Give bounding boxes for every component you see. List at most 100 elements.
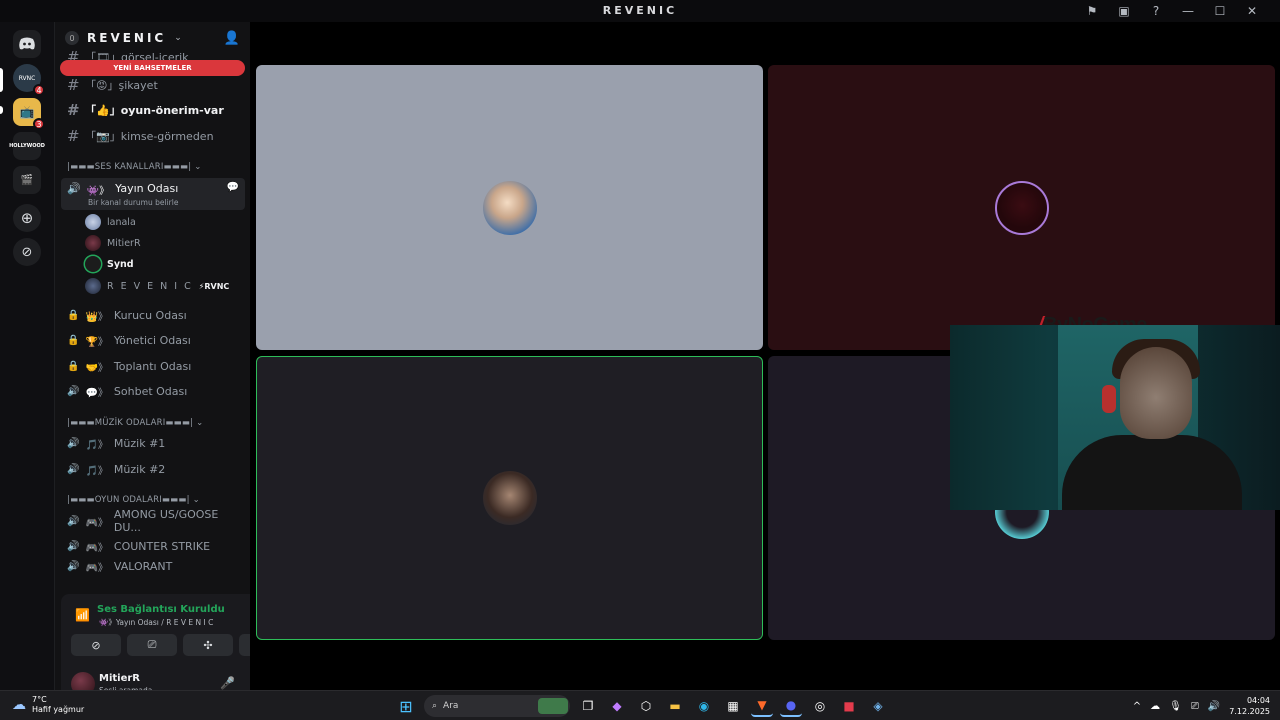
category-voice[interactable]: |▬▬▬SES KANALLARI▬▬▬| ⌄ — [67, 162, 202, 172]
chevron-up-icon[interactable]: ^ — [1133, 701, 1141, 712]
channel-name: Yönetici Odası — [113, 333, 191, 347]
store-icon[interactable]: ▦ — [722, 695, 744, 717]
server-icon-revenic[interactable]: RVNC 4 — [13, 64, 45, 96]
channel-name: Kurucu Odası — [113, 308, 187, 322]
discord-home-icon[interactable] — [13, 30, 41, 58]
category-games[interactable]: |▬▬▬OYUN ODALARI▬▬▬| ⌄ — [67, 495, 200, 505]
file-explorer-icon[interactable]: ▬ — [664, 695, 686, 717]
voice-channel-yayin-odasi[interactable]: 🔊 👾》 Yayın Odası 💬 Bir kanal durumu beli… — [61, 178, 245, 210]
voice-location[interactable]: 👾》Yayın Odası / R E V E N I C — [99, 617, 213, 628]
brave-icon[interactable]: ▼ — [751, 695, 773, 717]
avatar — [85, 256, 101, 272]
edge-icon[interactable]: ◉ — [693, 695, 715, 717]
hash-icon: # — [67, 76, 80, 94]
search-highlight-icon — [538, 698, 568, 714]
voice-channel-yonetici[interactable]: 🔒 🏆》 Yönetici Odası — [61, 329, 245, 351]
activities-button[interactable]: ✣ — [183, 634, 233, 656]
channel-name: Müzik #2 — [113, 462, 166, 476]
speaker-icon: 🔊 — [67, 182, 81, 195]
channel-status-hint[interactable]: Bir kanal durumu belirle — [88, 198, 178, 207]
speaker-icon: 🔊 — [67, 437, 80, 449]
voice-channel-sohbet[interactable]: 🔊 💬》 Sohbet Odası — [61, 380, 245, 402]
voice-status[interactable]: Ses Bağlantısı Kuruldu — [97, 604, 225, 615]
close-icon[interactable]: ✕ — [1236, 2, 1268, 20]
flag-icon[interactable]: ⚑ — [1076, 2, 1108, 20]
discover-icon[interactable]: ⊘ — [13, 238, 41, 266]
channel-oyun-onerim-var[interactable]: # 「👍」oyun-önerim-var — [61, 99, 245, 121]
discord-icon[interactable]: ● — [780, 695, 802, 717]
voice-channel-counter-strike[interactable]: 🔊 🎮》 COUNTER STRIKE — [61, 535, 245, 557]
channel-name: AMONG US/GOOSE DU... — [113, 508, 219, 534]
channel-name: Sohbet Odası — [113, 384, 188, 398]
server-name: REVENIC — [87, 31, 167, 45]
voice-user[interactable]: R E V E N I C ⚡RVNC — [85, 277, 229, 295]
voice-channel-muzik-2[interactable]: 🔊 🎵》 Müzik #2 — [61, 458, 245, 480]
steam-icon[interactable]: ◈ — [867, 695, 889, 717]
server-icon-2[interactable]: 📺 3 — [13, 98, 45, 130]
window-titlebar: REVENIC ⚑ ▣ ? — ☐ ✕ — [0, 0, 1280, 22]
system-tray: ^ ☁ 🎙 ⎚ 🔊 04:04 7.12.2025 — [1133, 695, 1270, 717]
server-icon-hollywood[interactable]: HOLLYWOOD — [9, 132, 45, 160]
channel-kimse-gormeden[interactable]: # 「📷」kimse-görmeden — [61, 125, 245, 147]
volume-icon[interactable]: 🔊 — [1208, 701, 1220, 712]
channel-name: 「😡」şikayet — [85, 79, 158, 92]
microphone-tray-icon[interactable]: 🎙 — [1169, 701, 1182, 712]
channel-sikayet[interactable]: # 「😡」şikayet — [61, 74, 245, 96]
maximize-icon[interactable]: ☐ — [1204, 2, 1236, 20]
voice-user[interactable]: MitierR — [85, 234, 141, 252]
speaker-icon: 🔊 — [67, 463, 80, 475]
participant-tile-speaking[interactable] — [256, 356, 763, 640]
server-icon-4[interactable]: 🎬 — [13, 166, 41, 194]
screen-share-button[interactable]: ⎚ — [127, 634, 177, 656]
voice-channel-among-us[interactable]: 🔊 🎮》 AMONG US/GOOSE DU... — [61, 508, 245, 534]
hash-icon: # — [67, 127, 80, 145]
speaker-icon: 🔊 — [67, 540, 80, 552]
copilot-icon[interactable]: ◆ — [606, 695, 628, 717]
category-music[interactable]: |▬▬▬MÜZİK ODALARI▬▬▬| ⌄ — [67, 418, 203, 428]
unread-indicator — [0, 106, 3, 114]
network-icon[interactable]: ⎚ — [1191, 701, 1199, 712]
clock[interactable]: 04:04 7.12.2025 — [1229, 695, 1270, 717]
voice-user[interactable]: Synd — [85, 255, 134, 273]
participant-tile[interactable] — [256, 65, 763, 350]
channel-name: 「👍」oyun-önerim-var — [85, 104, 224, 117]
obs-icon[interactable]: ◎ — [809, 695, 831, 717]
task-view-icon[interactable]: ❐ — [577, 695, 599, 717]
minimize-icon[interactable]: — — [1172, 2, 1204, 20]
windows-taskbar: ☁ 7°C Hafif yağmur ⊞ ⌕ Ara ❐ ◆ ⬡ ▬ ◉ ▦ ▼… — [0, 690, 1280, 720]
channel-name: VALORANT — [113, 560, 173, 572]
voice-channel-kurucu[interactable]: 🔒 👑》 Kurucu Odası — [61, 304, 245, 326]
avatar — [482, 471, 537, 525]
weather-widget[interactable]: ☁ 7°C Hafif yağmur — [12, 695, 84, 715]
channel-sidebar: 0 REVENIC ⌄ 👤 # 「🎞」görsel-içerik YENİ BA… — [54, 22, 299, 702]
invite-people-icon[interactable]: 👤 — [224, 31, 240, 46]
microphone-icon[interactable]: 🎤 — [220, 676, 235, 690]
avatar — [85, 214, 101, 230]
speaker-icon: 🔊 — [67, 515, 80, 527]
voice-user[interactable]: lanala — [85, 213, 136, 231]
onedrive-cloud-icon[interactable]: ☁ — [1150, 701, 1160, 712]
inbox-icon[interactable]: ▣ — [1108, 2, 1140, 20]
avatar — [85, 235, 101, 251]
app-icon-red[interactable]: ■ — [838, 695, 860, 717]
taskbar-search[interactable]: ⌕ Ara — [424, 695, 570, 717]
server-rail: RVNC 4 📺 3 HOLLYWOOD 🎬 ⊕ ⊘ — [0, 22, 54, 690]
voice-channel-muzik-1[interactable]: 🔊 🎵》 Müzik #1 — [61, 432, 245, 454]
app-icon[interactable]: ⬡ — [635, 695, 657, 717]
participant-tile[interactable] — [768, 65, 1275, 350]
channel-name: Yayın Odası — [115, 182, 179, 195]
voice-channel-toplanti[interactable]: 🔒 🤝》 Toplantı Odası — [61, 355, 245, 377]
speaker-icon: 🔊 — [67, 385, 80, 397]
windows-start-icon[interactable]: ⊞ — [395, 695, 417, 717]
speaker-icon: 🔊 — [67, 560, 80, 572]
mention-badge: 3 — [33, 118, 45, 130]
camera-off-button[interactable]: ⊘ — [71, 634, 121, 656]
channel-name: COUNTER STRIKE — [113, 539, 211, 553]
hash-icon: # — [67, 101, 80, 119]
lock-icon: 🔒 — [67, 360, 80, 372]
voice-channel-valorant[interactable]: 🔊 🎮》 VALORANT — [61, 560, 245, 572]
add-server-icon[interactable]: ⊕ — [13, 204, 41, 232]
connection-signal-icon[interactable]: 📶 — [75, 608, 90, 622]
chat-bubble-icon[interactable]: 💬 — [227, 182, 239, 193]
help-icon[interactable]: ? — [1140, 2, 1172, 20]
